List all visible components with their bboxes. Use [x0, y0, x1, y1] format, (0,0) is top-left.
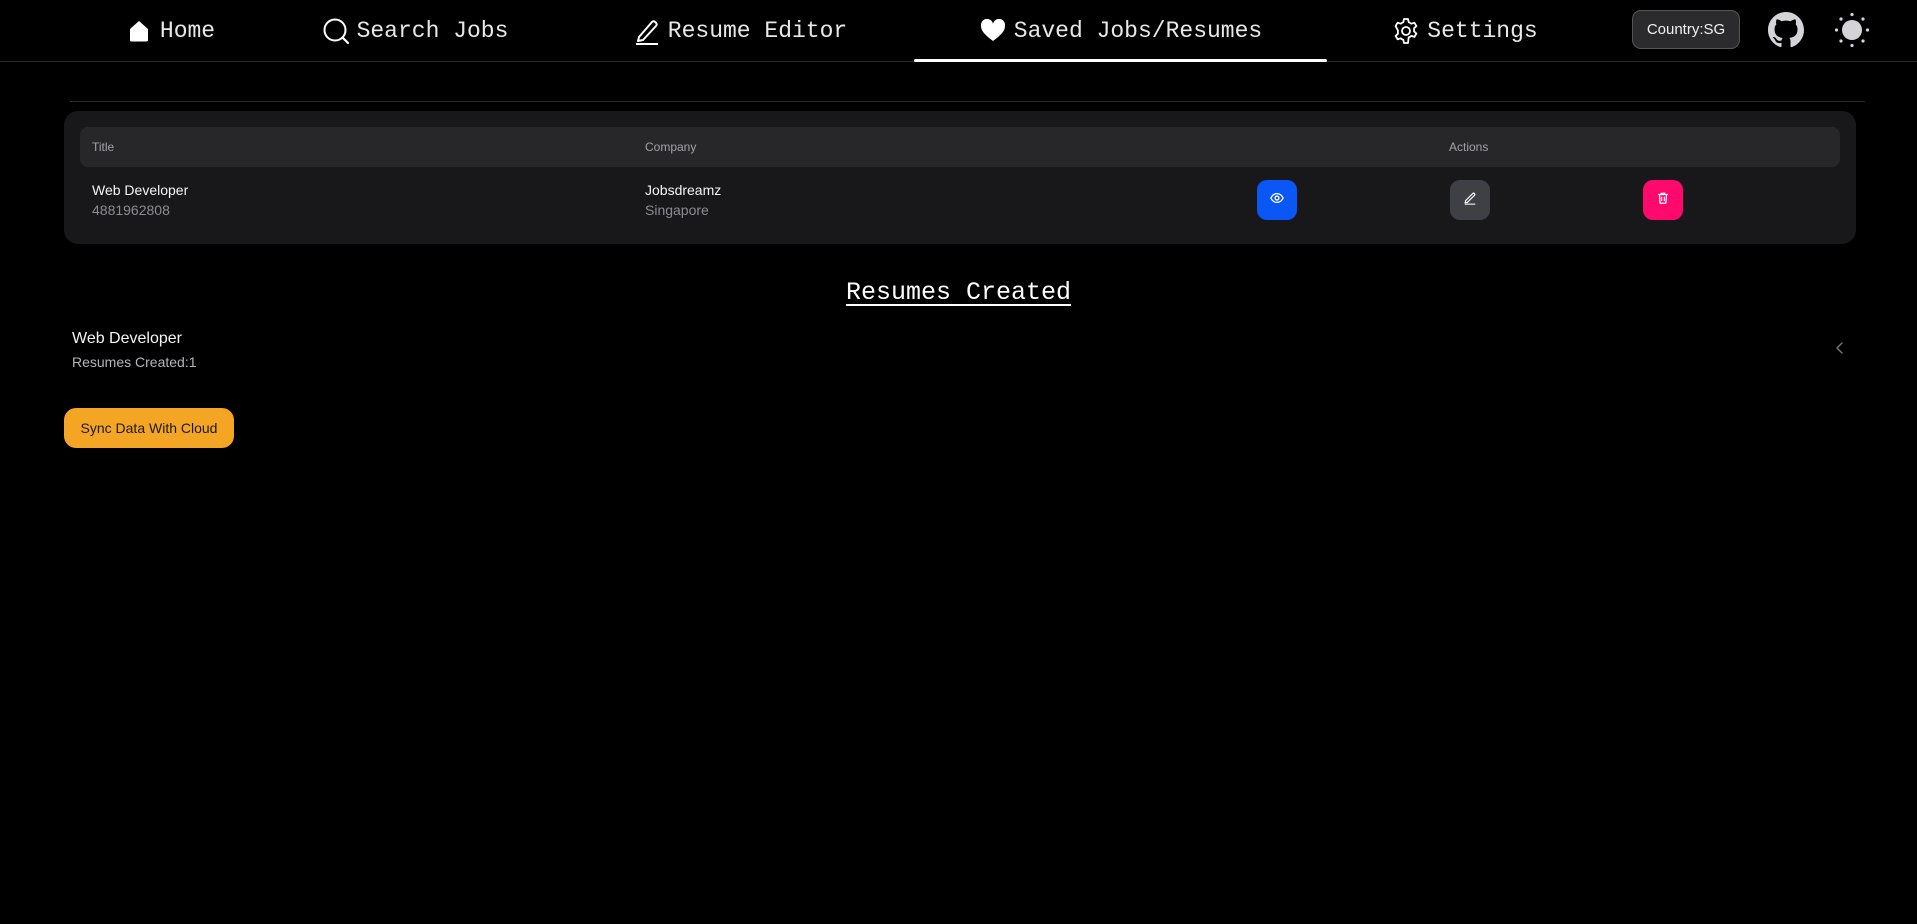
- github-icon[interactable]: [1768, 12, 1804, 48]
- nav-item-search-jobs[interactable]: Search Jobs: [280, 0, 550, 62]
- column-header-title: Title: [92, 140, 115, 154]
- pencil-icon: [1463, 191, 1477, 210]
- nav-item-label: Home: [159, 18, 216, 44]
- country-selector-button[interactable]: Country:SG: [1632, 10, 1740, 49]
- heart-icon: [979, 17, 1007, 45]
- resume-title: Web Developer: [72, 330, 182, 347]
- nav-item-saved-jobs-resumes[interactable]: Saved Jobs/Resumes: [914, 0, 1327, 62]
- resumes-created-heading: Resumes Created: [845, 278, 1072, 307]
- sync-data-button[interactable]: Sync Data With Cloud: [64, 408, 234, 448]
- saved-jobs-table: Title Company Actions Web Developer 4881…: [64, 111, 1856, 244]
- nav-item-label: Saved Jobs/Resumes: [1013, 18, 1263, 44]
- job-title: Web Developer: [92, 182, 189, 198]
- job-location: Singapore: [645, 202, 709, 218]
- view-job-button[interactable]: [1257, 180, 1297, 220]
- job-id: 4881962808: [92, 202, 170, 218]
- divider: [70, 101, 1865, 102]
- nav-item-settings[interactable]: Settings: [1360, 0, 1570, 62]
- nav-item-label: Resume Editor: [667, 18, 848, 44]
- nav-item-label: Settings: [1427, 18, 1538, 44]
- gear-icon: [1392, 17, 1420, 45]
- job-company: Jobsdreamz: [645, 182, 722, 198]
- eye-icon: [1270, 191, 1284, 210]
- column-header-actions: Actions: [1449, 140, 1489, 154]
- delete-job-button[interactable]: [1643, 180, 1683, 220]
- home-icon: [125, 17, 153, 45]
- edit-job-button[interactable]: [1450, 180, 1490, 220]
- pencil-icon: [633, 17, 661, 45]
- nav-item-home[interactable]: Home: [60, 0, 280, 62]
- search-icon: [322, 17, 350, 45]
- column-header-company: Company: [645, 140, 697, 154]
- top-navigation: Home Search Jobs Resume Editor Saved Job…: [0, 0, 1917, 62]
- resume-accordion-item[interactable]: Web Developer Resumes Created:1: [64, 320, 1856, 380]
- sun-icon[interactable]: [1834, 12, 1870, 48]
- table-header: Title Company Actions: [80, 127, 1840, 167]
- resume-count: Resumes Created:1: [72, 354, 197, 370]
- nav-item-resume-editor[interactable]: Resume Editor: [600, 0, 880, 62]
- trash-icon: [1656, 191, 1670, 210]
- chevron-left-icon[interactable]: [1832, 340, 1848, 356]
- nav-item-label: Search Jobs: [356, 18, 509, 44]
